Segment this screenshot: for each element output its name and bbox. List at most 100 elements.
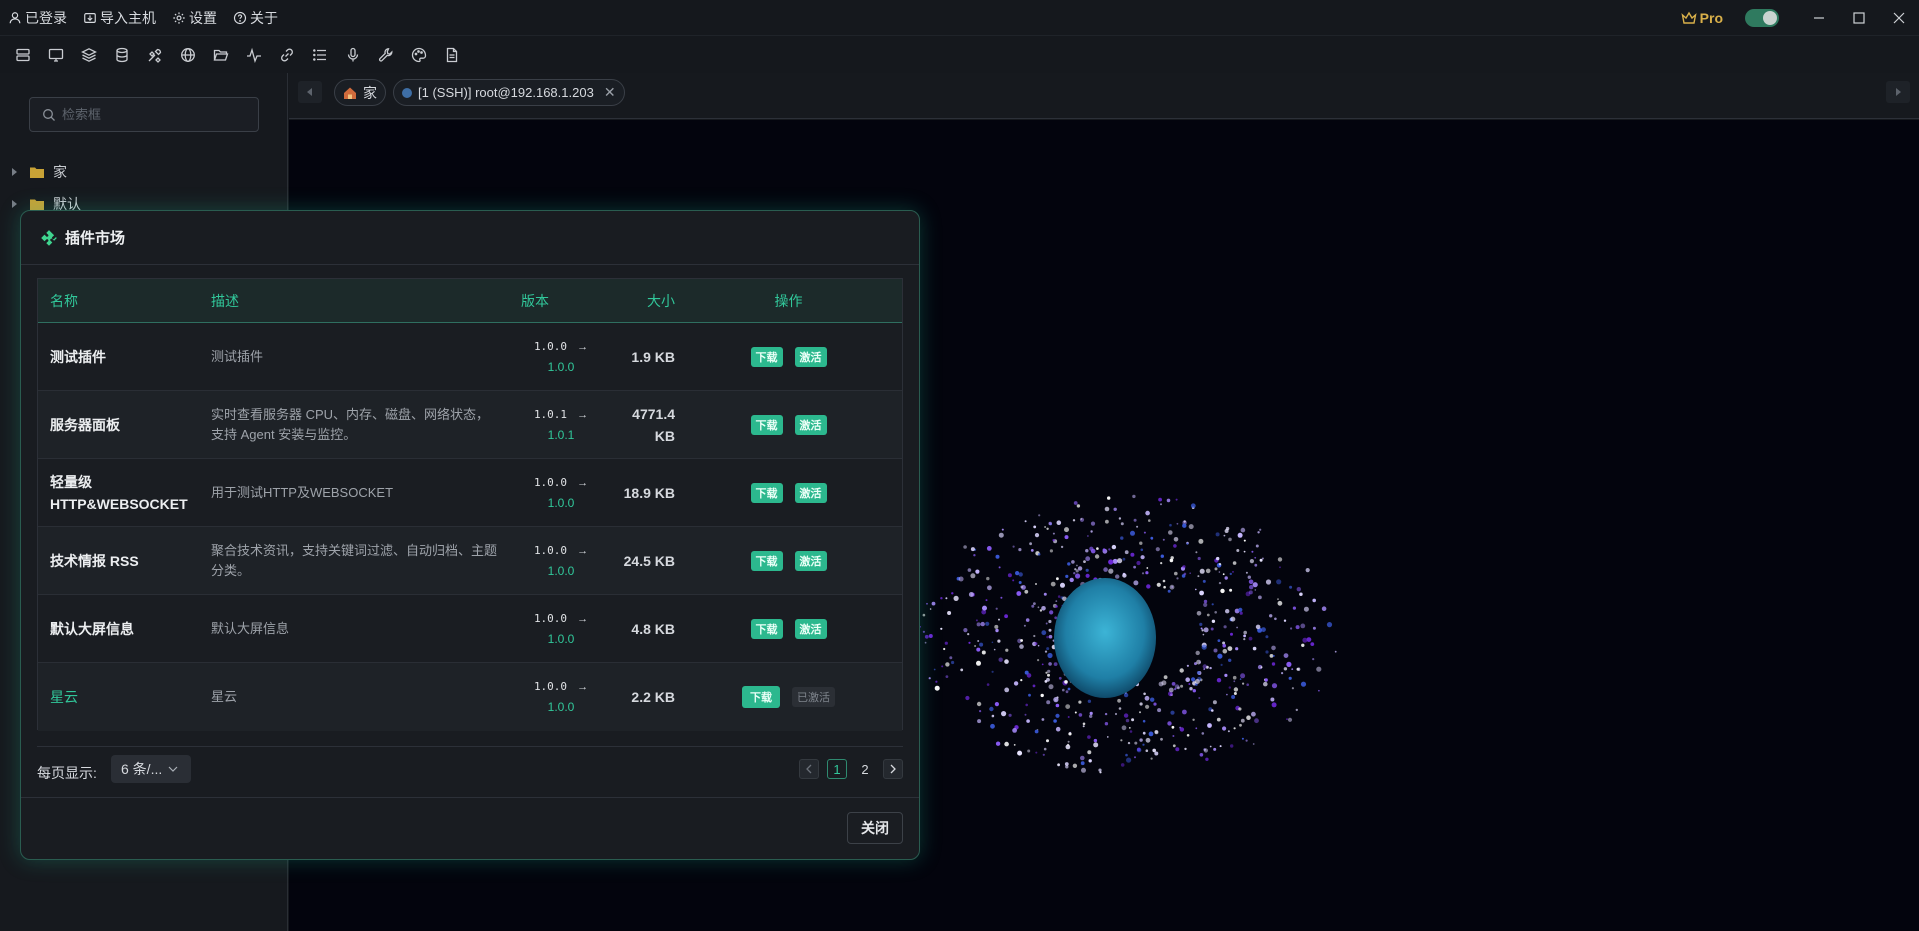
tool-wrench[interactable]	[369, 37, 402, 73]
tab-close-icon[interactable]: ✕	[604, 84, 616, 101]
nebula-particle	[1224, 673, 1228, 677]
tab-ssh-session[interactable]: [1 (SSH)] root@192.168.1.203 ✕	[393, 79, 625, 106]
close-dialog-button[interactable]: 关闭	[847, 812, 903, 844]
tool-server-list[interactable]	[6, 37, 39, 73]
nebula-particle	[1195, 588, 1197, 591]
nebula-particle	[1183, 572, 1187, 576]
nebula-particle	[1271, 645, 1276, 651]
tool-list[interactable]	[303, 37, 336, 73]
nebula-particle	[1047, 669, 1051, 673]
nebula-particle	[1067, 562, 1071, 566]
minimize-button[interactable]	[1799, 0, 1839, 36]
tabs-scroll-left-button[interactable]	[298, 81, 322, 103]
nebula-particle	[1249, 585, 1254, 590]
tool-folder[interactable]	[204, 37, 237, 73]
close-window-button[interactable]	[1879, 0, 1919, 36]
page-2-button[interactable]: 2	[855, 759, 875, 779]
activate-button[interactable]: 激活	[794, 550, 827, 571]
nebula-particle	[1220, 663, 1223, 666]
activate-button[interactable]: 激活	[794, 618, 827, 639]
nebula-particle	[941, 665, 944, 668]
tool-document[interactable]	[435, 37, 468, 73]
download-button[interactable]: 下载	[750, 482, 783, 503]
nebula-particle	[1085, 573, 1090, 578]
nebula-particle	[1032, 684, 1036, 688]
nebula-particle	[1103, 567, 1108, 572]
nebula-particle	[1148, 731, 1154, 737]
download-button[interactable]: 下载	[750, 550, 783, 571]
nebula-particle	[1107, 496, 1111, 500]
plugin-name: 星云	[50, 689, 78, 705]
menu-settings[interactable]: 设置	[164, 0, 225, 36]
nebula-particle	[1303, 606, 1309, 612]
nebula-particle	[1212, 700, 1217, 705]
tool-layers[interactable]	[72, 37, 105, 73]
maximize-button[interactable]	[1839, 0, 1879, 36]
tool-link[interactable]	[270, 37, 303, 73]
tool-tools[interactable]	[138, 37, 171, 73]
nebula-particle	[1048, 628, 1052, 632]
menu-logged-in[interactable]: 已登录	[0, 0, 75, 36]
tool-microphone[interactable]	[336, 37, 369, 73]
pro-badge[interactable]: Pro	[1681, 10, 1723, 26]
tool-palette[interactable]	[402, 37, 435, 73]
nebula-particle	[989, 706, 994, 712]
col-header-desc[interactable]: 描述	[211, 291, 511, 311]
activate-button[interactable]: 激活	[794, 482, 827, 503]
theme-toggle[interactable]	[1745, 9, 1779, 27]
nebula-particle	[1136, 525, 1139, 528]
page-1-button[interactable]: 1	[827, 759, 847, 779]
nebula-particle	[1257, 531, 1260, 534]
page-size-select[interactable]: 6 条/...	[111, 755, 191, 783]
nebula-particle	[1046, 700, 1051, 705]
nebula-particle	[931, 601, 936, 606]
download-button[interactable]: 下载	[742, 686, 780, 708]
nebula-particle	[1046, 635, 1049, 639]
col-header-version[interactable]: 版本	[511, 291, 611, 311]
tabs-scroll-right-button[interactable]	[1886, 81, 1910, 103]
nebula-particle	[1265, 650, 1269, 654]
nebula-particle	[977, 719, 982, 724]
col-header-action[interactable]: 操作	[675, 291, 902, 311]
nebula-particle	[1152, 748, 1156, 753]
download-button[interactable]: 下载	[750, 346, 783, 367]
nebula-particle	[968, 641, 971, 644]
nebula-particle	[1133, 518, 1137, 522]
menu-import-host[interactable]: 导入主机	[75, 0, 164, 36]
plugin-actions: 下载 激活	[675, 482, 902, 503]
nebula-particle	[1291, 687, 1294, 690]
nebula-particle	[1222, 643, 1226, 648]
col-header-name[interactable]: 名称	[38, 290, 211, 312]
tool-monitor[interactable]	[39, 37, 72, 73]
nebula-particle	[1199, 568, 1205, 574]
nebula-particle	[1300, 623, 1306, 629]
col-header-size[interactable]: 大小	[611, 290, 675, 312]
download-button[interactable]: 下载	[750, 618, 783, 639]
menu-about[interactable]: 关于	[225, 0, 286, 36]
search-box[interactable]	[29, 97, 259, 132]
tool-database[interactable]	[105, 37, 138, 73]
nebula-particle	[1154, 730, 1159, 734]
nebula-particle	[1108, 559, 1114, 565]
prev-page-button[interactable]	[799, 759, 819, 779]
next-page-button[interactable]	[883, 759, 903, 779]
nebula-particle	[1087, 750, 1092, 755]
activate-button[interactable]: 激活	[794, 346, 827, 367]
tool-activity[interactable]	[237, 37, 270, 73]
folder-open-icon	[213, 49, 228, 61]
nebula-particle	[1249, 559, 1254, 564]
tool-globe[interactable]	[171, 37, 204, 73]
tab-home[interactable]: 家	[334, 79, 386, 106]
nebula-particle	[1046, 527, 1049, 530]
dialog-header: 插件市场	[21, 211, 919, 265]
nebula-particle	[1162, 538, 1165, 541]
activate-button[interactable]: 激活	[794, 414, 827, 435]
nebula-particle	[1154, 751, 1159, 756]
download-button[interactable]: 下载	[750, 414, 783, 435]
plugin-market-dialog: 插件市场 名称 描述 版本 大小 操作 测试插件 测试插件 1.0.0 → 1.0…	[20, 210, 920, 860]
tree-group-home[interactable]: 家	[12, 161, 67, 183]
search-input[interactable]	[62, 107, 242, 122]
version-latest: 1.0.0	[547, 359, 575, 374]
nebula-particle	[1050, 581, 1056, 587]
nebula-particle	[1073, 572, 1076, 575]
